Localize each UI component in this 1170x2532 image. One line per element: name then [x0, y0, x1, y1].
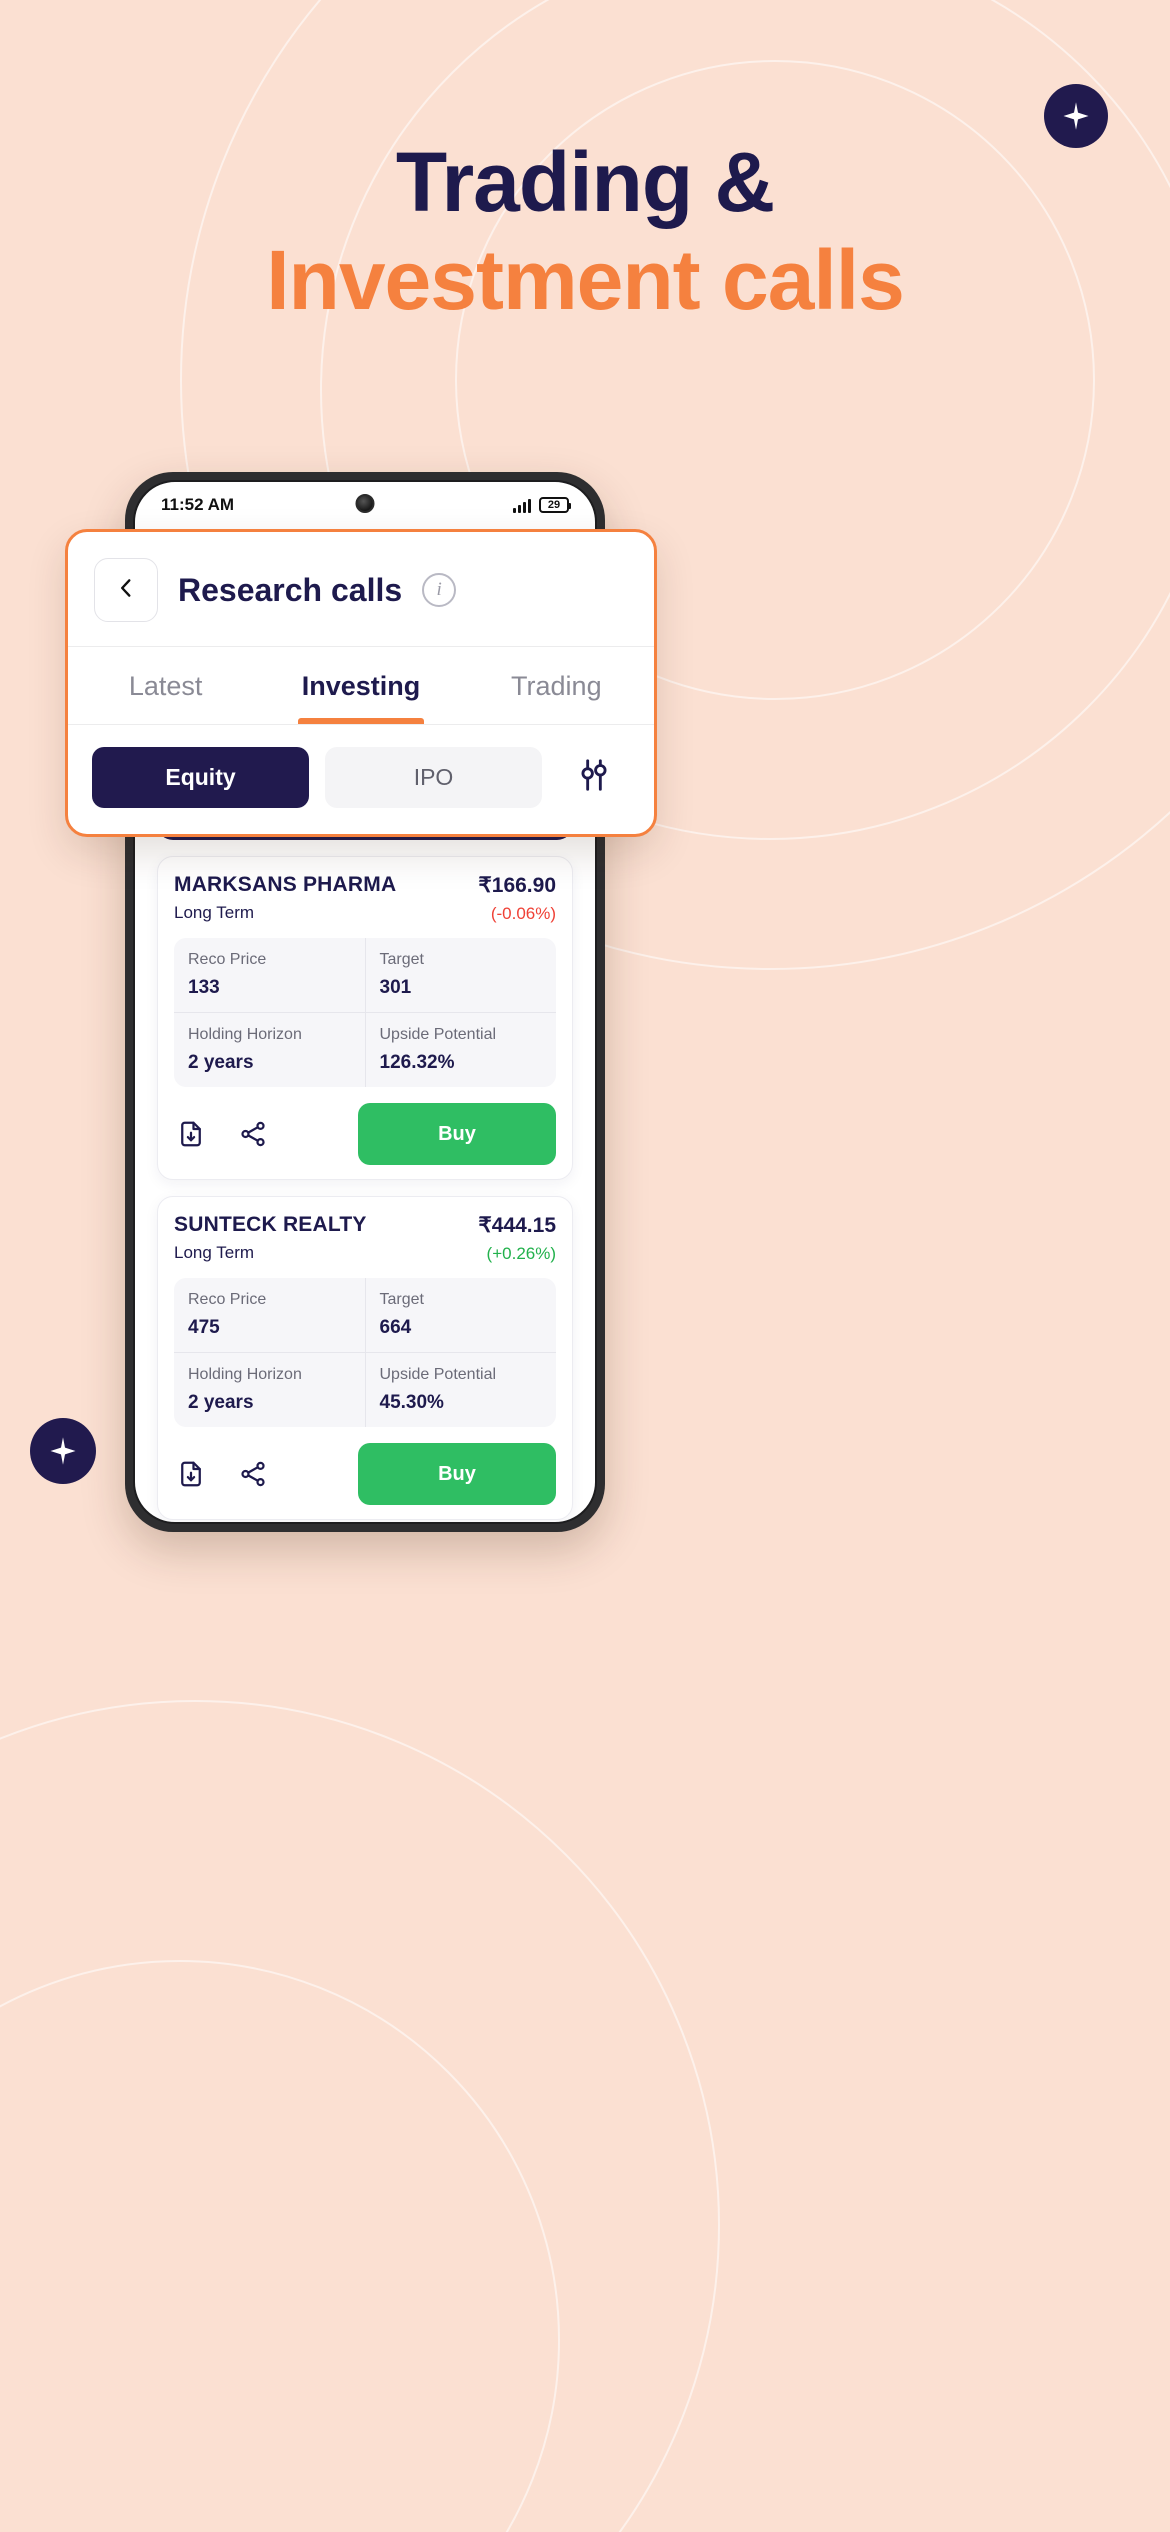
metric-holding-horizon: Holding Horizon 2 years	[174, 1013, 365, 1087]
front-camera-icon	[355, 494, 375, 513]
metric-target: Target 664	[364, 1278, 557, 1352]
stock-price-block: ₹444.15 (+0.26%)	[478, 1213, 556, 1264]
signal-bars-icon	[513, 498, 531, 513]
back-button[interactable]	[94, 558, 158, 622]
research-calls-overlay: Research calls i Latest Investing Tradin…	[65, 529, 657, 837]
metric-target: Target 301	[364, 938, 557, 1012]
chevron-left-icon	[113, 575, 139, 606]
stock-name: MARKSANS PHARMA	[174, 873, 397, 896]
sparkle-badge-bottom	[30, 1418, 96, 1484]
stock-card-actions: Buy	[174, 1103, 556, 1165]
file-download-icon[interactable]	[174, 1117, 208, 1151]
stock-identity: MARKSANS PHARMA Long Term	[174, 873, 396, 923]
stock-card-header: SUNTECK REALTY Long Term ₹444.15 (+0.26%…	[174, 1213, 556, 1264]
table-row: Holding Horizon 2 years Upside Potential…	[174, 1352, 556, 1427]
sliders-filter-icon	[575, 756, 613, 799]
metric-label: Target	[379, 951, 424, 968]
overlay-segment-row: Equity IPO	[68, 724, 654, 834]
table-row: Reco Price 475 Target 664	[174, 1278, 556, 1352]
metric-value: 2 years	[188, 1052, 254, 1073]
tab-latest[interactable]: Latest	[68, 647, 263, 724]
overlay-tabs: Latest Investing Trading	[68, 646, 654, 724]
status-bar-time: 11:52 AM	[161, 495, 235, 514]
sparkle-badge-top	[1044, 84, 1108, 148]
metric-reco-price: Reco Price 475	[174, 1278, 365, 1352]
metric-label: Reco Price	[188, 951, 267, 968]
metric-reco-price: Reco Price 133	[174, 938, 365, 1012]
metric-value: 45.30%	[379, 1392, 444, 1413]
status-bar-indicators: 29	[513, 497, 571, 513]
buy-button[interactable]: Buy	[358, 1103, 556, 1165]
segment-equity[interactable]: Equity	[92, 747, 309, 808]
sparkle-icon	[1061, 101, 1091, 131]
page-title: Research calls	[178, 571, 403, 608]
info-icon[interactable]: i	[422, 573, 457, 607]
metric-value: 475	[188, 1317, 220, 1338]
filter-button[interactable]	[558, 756, 630, 799]
stock-card-header: MARKSANS PHARMA Long Term ₹166.90 (-0.06…	[174, 873, 556, 924]
share-icon[interactable]	[236, 1457, 270, 1491]
page-title: Trading & Investment calls	[0, 140, 1170, 322]
stock-price-block: ₹166.90 (-0.06%)	[478, 873, 556, 924]
tab-investing[interactable]: Investing	[263, 647, 458, 724]
stock-card[interactable]: SUNTECK REALTY Long Term ₹444.15 (+0.26%…	[157, 1196, 573, 1520]
metric-upside-potential: Upside Potential 126.32%	[364, 1013, 557, 1087]
metric-holding-horizon: Holding Horizon 2 years	[174, 1353, 365, 1427]
file-download-icon[interactable]	[174, 1457, 208, 1491]
app-content: Accuracy( last 6 months ) 60.87% MARKSAN…	[135, 750, 595, 1520]
stock-change: (-0.06%)	[490, 904, 556, 923]
headline-line-1: Trading &	[395, 135, 775, 229]
stock-change: (+0.26%)	[486, 1244, 556, 1263]
stock-term: Long Term	[174, 1243, 255, 1262]
stock-price: ₹166.90	[478, 874, 556, 897]
metric-value: 664	[379, 1317, 412, 1338]
metric-label: Upside Potential	[379, 1366, 497, 1383]
stock-card-actions: Buy	[174, 1443, 556, 1505]
battery-icon: 29	[539, 497, 571, 513]
headline-line-2: Investment calls	[266, 233, 905, 327]
segment-ipo[interactable]: IPO	[325, 747, 542, 808]
sparkle-icon	[48, 1436, 78, 1466]
table-row: Reco Price 133 Target 301	[174, 938, 556, 1012]
buy-button[interactable]: Buy	[358, 1443, 556, 1505]
metric-value: 2 years	[188, 1392, 254, 1413]
stock-name: SUNTECK REALTY	[174, 1213, 367, 1236]
stock-term: Long Term	[174, 903, 255, 922]
table-row: Holding Horizon 2 years Upside Potential…	[174, 1012, 556, 1087]
metric-label: Holding Horizon	[188, 1026, 302, 1043]
metric-label: Target	[379, 1291, 424, 1308]
metric-upside-potential: Upside Potential 45.30%	[364, 1353, 557, 1427]
stock-card[interactable]: MARKSANS PHARMA Long Term ₹166.90 (-0.06…	[157, 856, 573, 1180]
stock-metrics-grid: Reco Price 133 Target 301 Holding Horizo…	[174, 938, 556, 1087]
decorative-ring	[0, 1960, 560, 2532]
metric-value: 133	[188, 977, 220, 998]
stock-metrics-grid: Reco Price 475 Target 664 Holding Horizo…	[174, 1278, 556, 1427]
stock-identity: SUNTECK REALTY Long Term	[174, 1213, 367, 1263]
tab-trading[interactable]: Trading	[459, 647, 654, 724]
stock-price: ₹444.15	[478, 1214, 556, 1237]
metric-value: 301	[379, 977, 412, 998]
status-bar: 11:52 AM 29	[135, 482, 595, 528]
metric-label: Upside Potential	[379, 1026, 497, 1043]
decorative-ring	[0, 1700, 720, 2532]
metric-label: Holding Horizon	[188, 1366, 302, 1383]
metric-label: Reco Price	[188, 1291, 267, 1308]
overlay-header: Research calls i	[68, 532, 654, 646]
share-icon[interactable]	[236, 1117, 270, 1151]
metric-value: 126.32%	[379, 1052, 455, 1073]
